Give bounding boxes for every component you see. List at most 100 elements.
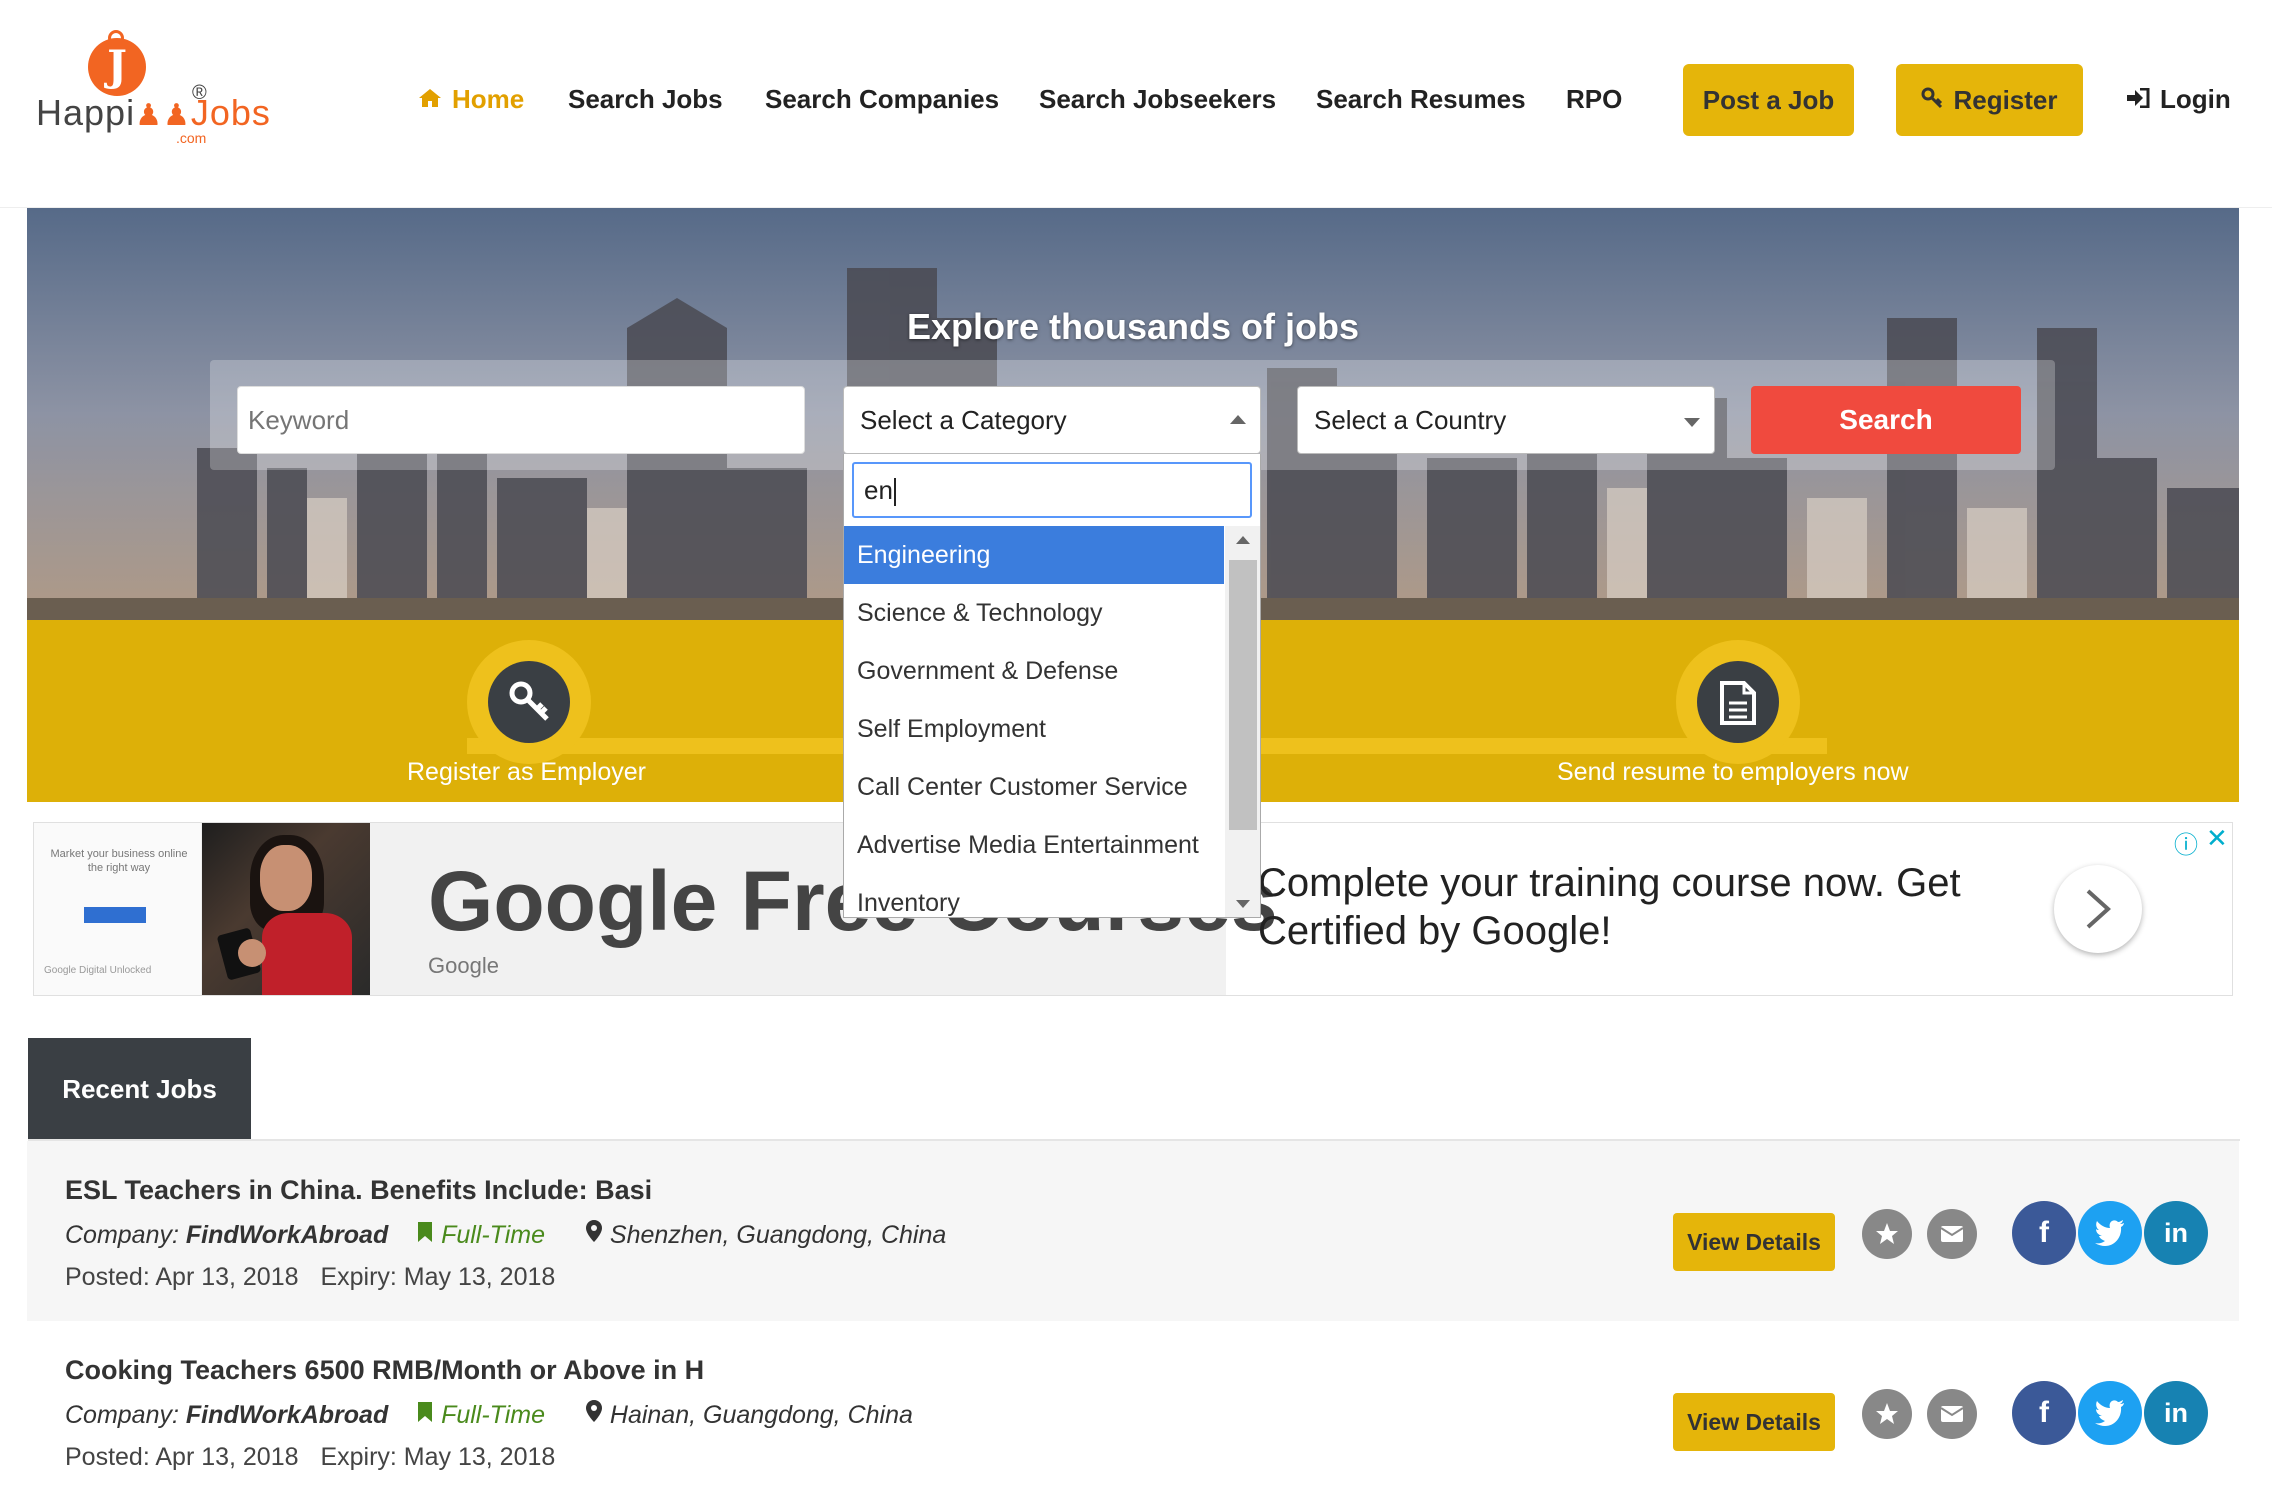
job-meta: Company: FindWorkAbroad Full-Time Shenzh… — [65, 1219, 946, 1250]
employer-cta[interactable] — [467, 640, 591, 764]
post-job-button[interactable]: Post a Job — [1683, 64, 1854, 136]
category-search-input[interactable]: en — [852, 462, 1252, 518]
dropdown-scrollbar[interactable] — [1225, 526, 1260, 917]
resume-cta-circle — [1697, 661, 1779, 743]
category-option-government-defense[interactable]: Government & Defense — [844, 642, 1224, 700]
ad-thumbnail-button — [84, 907, 146, 923]
facebook-share-icon[interactable]: f — [2012, 1201, 2076, 1265]
ad-thumbnail-text: Market your business online the right wa… — [50, 848, 188, 874]
bookmark-icon — [418, 1402, 433, 1422]
twitter-share-icon[interactable] — [2078, 1381, 2142, 1445]
company-label: Company: — [65, 1221, 179, 1249]
job-row: ESL Teachers in China. Benefits Include:… — [27, 1141, 2239, 1321]
posted-label: Posted: — [65, 1443, 150, 1471]
expiry-label: Expiry: — [320, 1443, 397, 1471]
company-name[interactable]: FindWorkAbroad — [186, 1221, 388, 1249]
view-details-button[interactable]: View Details — [1673, 1213, 1835, 1271]
company-label: Company: — [65, 1401, 179, 1429]
ad-photo — [202, 823, 370, 995]
expiry-date: May 13, 2018 — [403, 1263, 556, 1291]
twitter-share-icon[interactable] — [2078, 1201, 2142, 1265]
scroll-down-icon[interactable] — [1236, 900, 1250, 908]
scrollbar-thumb[interactable] — [1229, 560, 1257, 830]
email-button[interactable] — [1927, 1209, 1977, 1259]
category-option-advertise-media[interactable]: Advertise Media Entertainment — [844, 816, 1224, 874]
country-select[interactable]: Select a Country — [1297, 386, 1715, 454]
job-meta: Company: FindWorkAbroad Full-Time Hainan… — [65, 1399, 913, 1430]
chevron-right-icon — [2086, 889, 2111, 929]
envelope-icon — [1940, 1406, 1964, 1422]
nav-home[interactable]: Home — [418, 84, 524, 115]
bookmark-icon — [418, 1222, 433, 1242]
ad-photo-face — [260, 845, 312, 911]
favorite-button[interactable] — [1862, 1389, 1912, 1439]
category-option-inventory[interactable]: Inventory — [844, 874, 1224, 917]
job-location: Shenzhen, Guangdong, China — [609, 1221, 947, 1249]
site-header: J Happi♟♟Jobs ® .com Home Search Jobs Se… — [0, 0, 2272, 208]
job-dates: Posted: Apr 13, 2018 Expiry: May 13, 201… — [65, 1263, 555, 1292]
category-option-engineering[interactable]: Engineering — [844, 526, 1224, 584]
category-select[interactable]: Select a Category — [843, 386, 1261, 454]
search-button[interactable]: Search — [1751, 386, 2021, 454]
text-cursor — [893, 478, 896, 507]
nav-search-jobs[interactable]: Search Jobs — [568, 84, 723, 115]
job-title[interactable]: ESL Teachers in China. Benefits Include:… — [65, 1175, 652, 1206]
job-type: Full-Time — [441, 1221, 546, 1249]
posted-date: Apr 13, 2018 — [155, 1263, 299, 1291]
ad-description[interactable]: Complete your training course now. Get C… — [1258, 859, 2018, 955]
star-icon — [1876, 1223, 1898, 1244]
job-row: Cooking Teachers 6500 RMB/Month or Above… — [27, 1321, 2239, 1490]
category-search-value: en — [864, 475, 893, 505]
ad-photo-scarf — [262, 913, 352, 995]
category-option-self-employment[interactable]: Self Employment — [844, 700, 1224, 758]
register-button[interactable]: Register — [1896, 64, 2083, 136]
chevron-down-icon — [1684, 418, 1700, 427]
job-location: Hainan, Guangdong, China — [609, 1401, 913, 1429]
linkedin-share-icon[interactable]: in — [2144, 1201, 2208, 1265]
category-option-call-center[interactable]: Call Center Customer Service — [844, 758, 1224, 816]
employer-cta-circle — [488, 661, 570, 743]
resume-cta[interactable] — [1676, 640, 1800, 764]
view-details-button[interactable]: View Details — [1673, 1393, 1835, 1451]
document-icon — [1720, 681, 1756, 725]
expiry-label: Expiry: — [320, 1263, 397, 1291]
envelope-icon — [1940, 1226, 1964, 1242]
job-dates: Posted: Apr 13, 2018 Expiry: May 13, 201… — [65, 1443, 555, 1472]
ad-thumbnail-footer: Google Digital Unlocked — [44, 965, 152, 976]
nav-home-label: Home — [452, 84, 525, 114]
country-select-label: Select a Country — [1314, 405, 1507, 435]
employer-cta-label[interactable]: Register as Employer — [407, 758, 646, 787]
star-icon — [1876, 1403, 1898, 1424]
resume-cta-label[interactable]: Send resume to employers now — [1557, 758, 1909, 787]
company-name[interactable]: FindWorkAbroad — [186, 1401, 388, 1429]
category-dropdown: en Engineering Science & Technology Gove… — [843, 454, 1261, 918]
category-select-label: Select a Category — [860, 405, 1067, 435]
posted-date: Apr 13, 2018 — [155, 1443, 299, 1471]
favorite-button[interactable] — [1862, 1209, 1912, 1259]
login-label: Login — [2160, 84, 2231, 114]
tab-recent-jobs[interactable]: Recent Jobs — [28, 1038, 251, 1140]
category-option-science-technology[interactable]: Science & Technology — [844, 584, 1224, 642]
ad-sponsor: Google — [428, 953, 499, 978]
adchoices-info-icon[interactable]: ⓘ — [2174, 825, 2198, 860]
sign-in-icon — [2126, 84, 2150, 115]
chevron-up-icon — [1230, 415, 1246, 424]
nav-login[interactable]: Login — [2126, 84, 2231, 115]
home-icon — [418, 84, 442, 115]
email-button[interactable] — [1927, 1389, 1977, 1439]
nav-search-resumes[interactable]: Search Resumes — [1316, 84, 1526, 115]
nav-search-jobseekers[interactable]: Search Jobseekers — [1039, 84, 1276, 115]
linkedin-share-icon[interactable]: in — [2144, 1381, 2208, 1445]
ad-thumbnail: Market your business online the right wa… — [34, 823, 202, 995]
ad-next-button[interactable] — [2054, 865, 2142, 953]
hero-title: Explore thousands of jobs — [906, 306, 1360, 347]
ad-close-icon[interactable]: ✕ — [2206, 823, 2228, 854]
keyword-input[interactable] — [237, 386, 805, 454]
nav-rpo[interactable]: RPO — [1566, 84, 1622, 115]
facebook-share-icon[interactable]: f — [2012, 1381, 2076, 1445]
nav-search-companies[interactable]: Search Companies — [765, 84, 999, 115]
job-type: Full-Time — [441, 1401, 546, 1429]
scroll-up-icon[interactable] — [1236, 536, 1250, 544]
job-title[interactable]: Cooking Teachers 6500 RMB/Month or Above… — [65, 1355, 704, 1386]
expiry-date: May 13, 2018 — [403, 1443, 556, 1471]
